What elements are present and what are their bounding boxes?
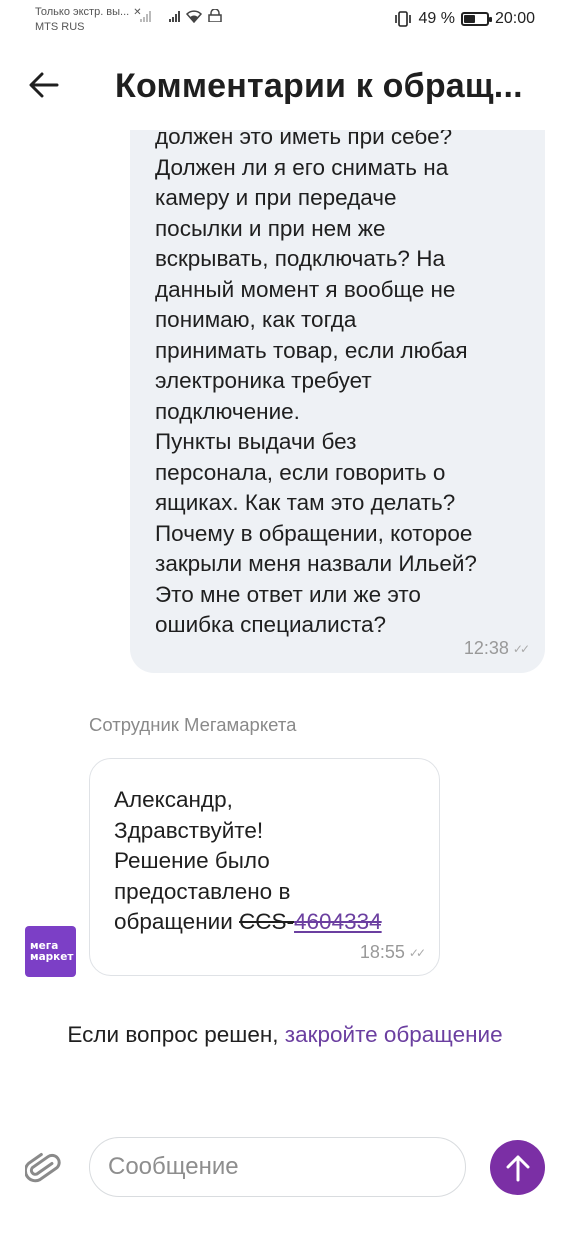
staff-line: Решение было [114,848,270,873]
carrier-line-1: Только экстр. вы... [35,6,130,18]
ticket-prefix: CCS- [239,909,295,934]
paperclip-icon [23,1153,61,1183]
wifi-icon [186,10,202,23]
user-message-bubble: должен это иметь при себе? Должен ли я е… [130,130,545,673]
signal-2-icon [169,10,180,22]
clock: 20:00 [494,10,535,27]
staff-line-prefix: обращении [114,909,233,934]
carrier-line-2: MTS RUS [35,21,85,33]
staff-line-ticket: обращении CCS-4604334 [114,907,419,938]
signal-1-icon [140,10,151,22]
carrier-info: Только экстр. вы... ✕ MTS RUS [35,5,142,35]
page-title: Комментарии к обращ... [115,67,523,105]
staff-line: предоставлено в [114,878,291,904]
battery-icon [460,12,492,26]
megamarket-avatar: мега маркет [25,926,76,977]
send-button[interactable] [490,1140,545,1195]
vibrate-icon [394,11,412,27]
message-composer [0,1120,570,1235]
staff-message-bubble: Александр, Здравствуйте! Решение было пр… [89,758,440,976]
staff-sender-label: Сотрудник Мегамаркета [89,714,297,735]
app-header: Комментарии к обращ... [0,44,570,130]
messages-list[interactable]: должен это иметь при себе? Должен ли я е… [0,130,570,1120]
battery-fill [463,15,475,23]
ticket-link[interactable]: 4604334 [294,909,382,934]
user-message-meta: 12:38 ✓✓ [463,638,530,659]
arrow-left-icon [29,72,59,98]
signal-indicators [140,9,222,23]
resolve-note-text: Если вопрос решен, [67,1022,285,1047]
user-message-time: 12:38 [463,638,509,658]
staff-message-text: Александр, Здравствуйте! Решение было пр… [114,785,419,938]
resolve-note: Если вопрос решен, закройте обращение [60,1018,510,1052]
read-check-icon: ✓✓ [408,945,426,960]
staff-line: Здравствуйте! [114,817,264,843]
staff-message-time: 18:55 [359,942,405,962]
arrow-up-icon [506,1155,529,1181]
staff-message-meta: 18:55 ✓✓ [359,942,426,963]
vpn-icon [208,9,222,22]
attach-button[interactable] [23,1148,61,1188]
status-right: 49 % 20:00 [394,10,535,28]
read-check-icon: ✓✓ [512,641,530,656]
user-message-text: должен это иметь при себе? Должен ли я е… [155,130,477,637]
avatar-line-1: мега [30,939,59,952]
message-input[interactable] [89,1137,466,1197]
close-request-link[interactable]: закройте обращение [285,1022,503,1047]
battery-percent: 49 % [418,10,455,27]
staff-line: Александр, [114,787,233,812]
avatar-line-2: маркет [30,950,74,963]
status-bar: Только экстр. вы... ✕ MTS RUS 49 % 20:00 [0,0,570,44]
back-button[interactable] [20,66,68,104]
